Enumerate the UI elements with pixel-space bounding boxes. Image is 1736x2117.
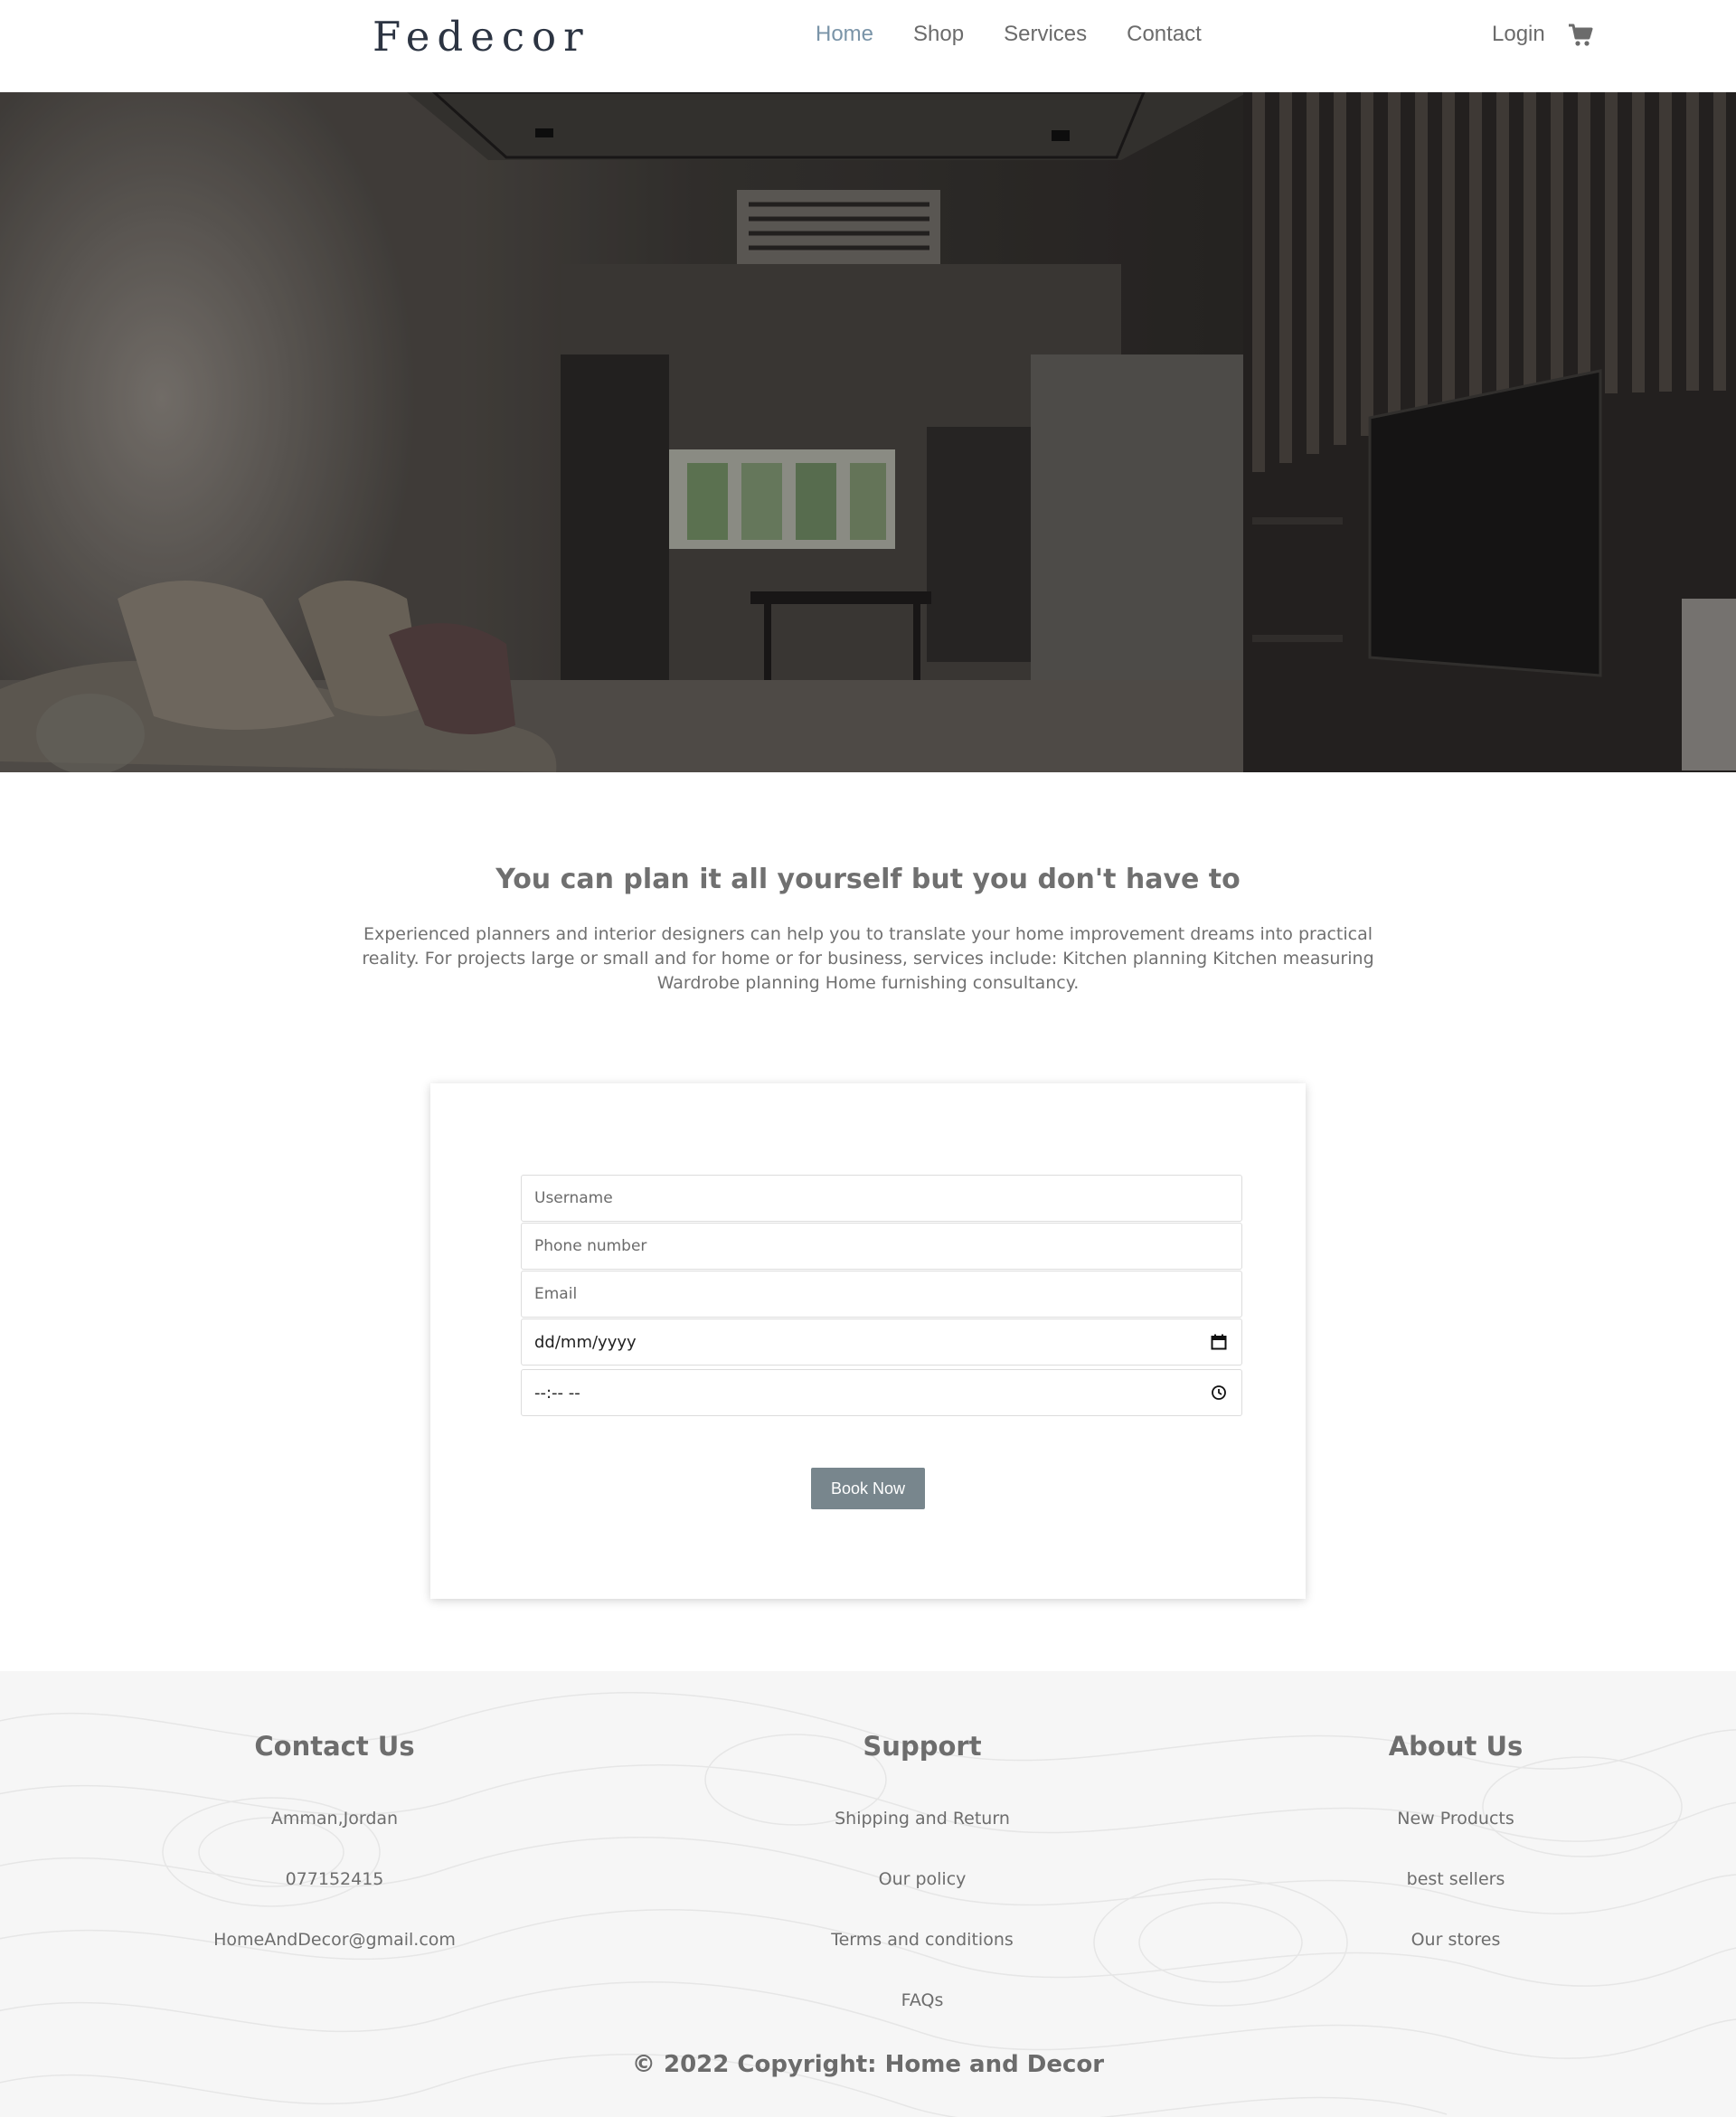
footer-about-title: About Us <box>1388 1731 1524 1762</box>
footer-contact-title: Contact Us <box>254 1731 415 1762</box>
footer-link-our-stores[interactable]: Our stores <box>1320 1930 1591 1950</box>
site-header: Fedecor Home Shop Services Contact Login <box>0 0 1736 92</box>
time-field[interactable]: --:-- -- <box>521 1369 1242 1416</box>
main-nav: Home Shop Services Contact <box>816 22 1202 47</box>
nav-home[interactable]: Home <box>816 22 873 47</box>
copyright: © 2022 Copyright: Home and Decor <box>631 2051 1105 2078</box>
footer-link-new-products[interactable]: New Products <box>1320 1809 1591 1829</box>
time-field-value: --:-- -- <box>534 1383 580 1403</box>
footer-link-shipping[interactable]: Shipping and Return <box>787 1809 1058 1829</box>
email-field[interactable]: Email <box>521 1271 1242 1318</box>
footer-link-terms[interactable]: Terms and conditions <box>787 1930 1058 1950</box>
nav-shop[interactable]: Shop <box>913 22 964 47</box>
site-footer: Contact Us Amman,Jordan 077152415 HomeAn… <box>0 1671 1736 2117</box>
footer-link-best-sellers[interactable]: best sellers <box>1320 1869 1591 1889</box>
footer-link-faqs[interactable]: FAQs <box>787 1990 1058 2010</box>
intro-text: Experienced planners and interior design… <box>362 924 1374 993</box>
footer-link-policy[interactable]: Our policy <box>787 1869 1058 1889</box>
booking-card: Username Phone number Email dd/mm/yyyy -… <box>430 1083 1306 1599</box>
phone-field[interactable]: Phone number <box>521 1223 1242 1270</box>
cart-icon[interactable] <box>1568 24 1593 47</box>
book-now-button[interactable]: Book Now <box>811 1468 925 1509</box>
login-link[interactable]: Login <box>1492 22 1545 47</box>
interior-illustration <box>0 92 1736 772</box>
intro-title: You can plan it all yourself but you don… <box>495 864 1241 895</box>
calendar-icon[interactable] <box>1211 1334 1227 1350</box>
footer-support-title: Support <box>863 1731 982 1762</box>
footer-contact-phone: 077152415 <box>285 1869 384 1889</box>
date-field-value: dd/mm/yyyy <box>534 1332 637 1352</box>
hero-image <box>0 92 1736 772</box>
date-field[interactable]: dd/mm/yyyy <box>521 1318 1242 1366</box>
clock-icon[interactable] <box>1211 1385 1227 1401</box>
footer-contact-email[interactable]: HomeAndDecor@gmail.com <box>199 1930 470 1950</box>
nav-contact[interactable]: Contact <box>1127 22 1202 47</box>
username-field[interactable]: Username <box>521 1175 1242 1222</box>
footer-contact-address: Amman,Jordan <box>270 1809 399 1829</box>
nav-services[interactable]: Services <box>1004 22 1087 47</box>
site-logo[interactable]: Fedecor <box>373 13 590 61</box>
